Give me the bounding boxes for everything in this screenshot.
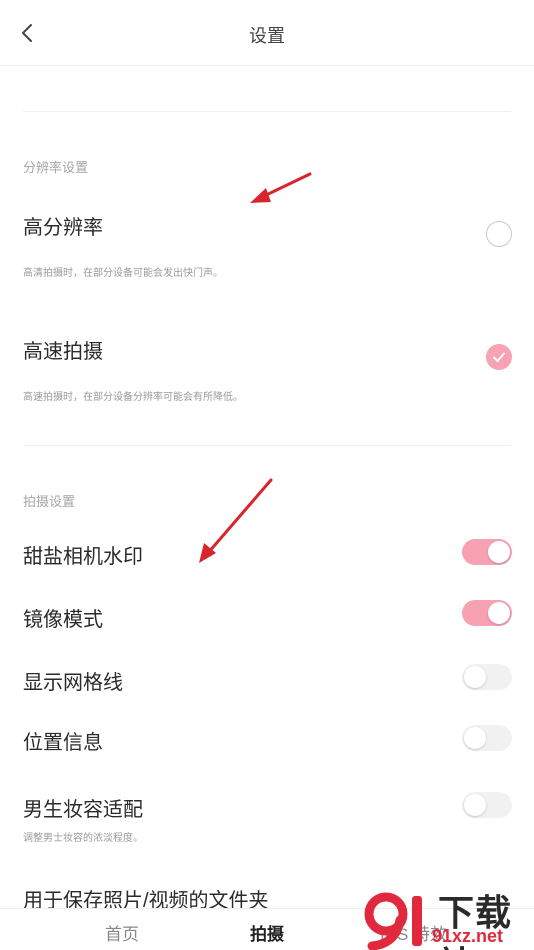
toggle-knob: [464, 727, 486, 749]
toggle-knob: [464, 666, 486, 688]
high-resolution-radio[interactable]: [486, 221, 512, 247]
section-label-shooting: 拍摄设置: [23, 494, 76, 509]
high-speed-radio[interactable]: [486, 344, 512, 370]
location-info-label: 位置信息: [23, 732, 103, 754]
grid-lines-toggle[interactable]: [462, 664, 512, 690]
grid-lines-label: 显示网格线: [23, 672, 123, 694]
location-info-toggle[interactable]: [462, 725, 512, 751]
site-watermark: 下载站 91xz.net: [360, 884, 534, 950]
watermark-toggle[interactable]: [462, 539, 512, 565]
high-speed-description: 高速拍摄时，在部分设备分辨率可能会有所降低。: [23, 392, 243, 403]
toggle-knob: [464, 794, 486, 816]
mirror-mode-toggle[interactable]: [462, 600, 512, 626]
top-bar: 设置: [0, 0, 534, 66]
high-speed-label: 高速拍摄: [23, 341, 103, 363]
watermark-setting-label: 甜盐相机水印: [23, 546, 143, 568]
nav-tab-home[interactable]: 首页: [105, 920, 139, 945]
nav-tab-shoot[interactable]: 拍摄: [250, 920, 284, 945]
male-makeup-toggle[interactable]: [462, 792, 512, 818]
toggle-knob: [488, 541, 510, 563]
annotation-arrow-icon: [199, 478, 273, 563]
checkmark-icon: [493, 352, 505, 362]
annotation-arrow-icon: [250, 172, 312, 203]
divider: [23, 111, 511, 112]
mirror-mode-label: 镜像模式: [23, 609, 103, 631]
high-resolution-label: 高分辨率: [23, 217, 103, 239]
page-title: 设置: [249, 26, 285, 46]
toggle-knob: [488, 602, 510, 624]
logo-icon: [364, 892, 422, 950]
watermark-domain: 91xz.net: [432, 926, 504, 946]
male-makeup-label: 男生妆容适配: [23, 799, 143, 821]
male-makeup-description: 调整男士妆容的浓淡程度。: [23, 833, 143, 844]
divider: [23, 445, 511, 446]
section-label-resolution: 分辨率设置: [23, 160, 89, 175]
high-resolution-description: 高清拍摄时，在部分设备可能会发出快门声。: [23, 268, 223, 279]
